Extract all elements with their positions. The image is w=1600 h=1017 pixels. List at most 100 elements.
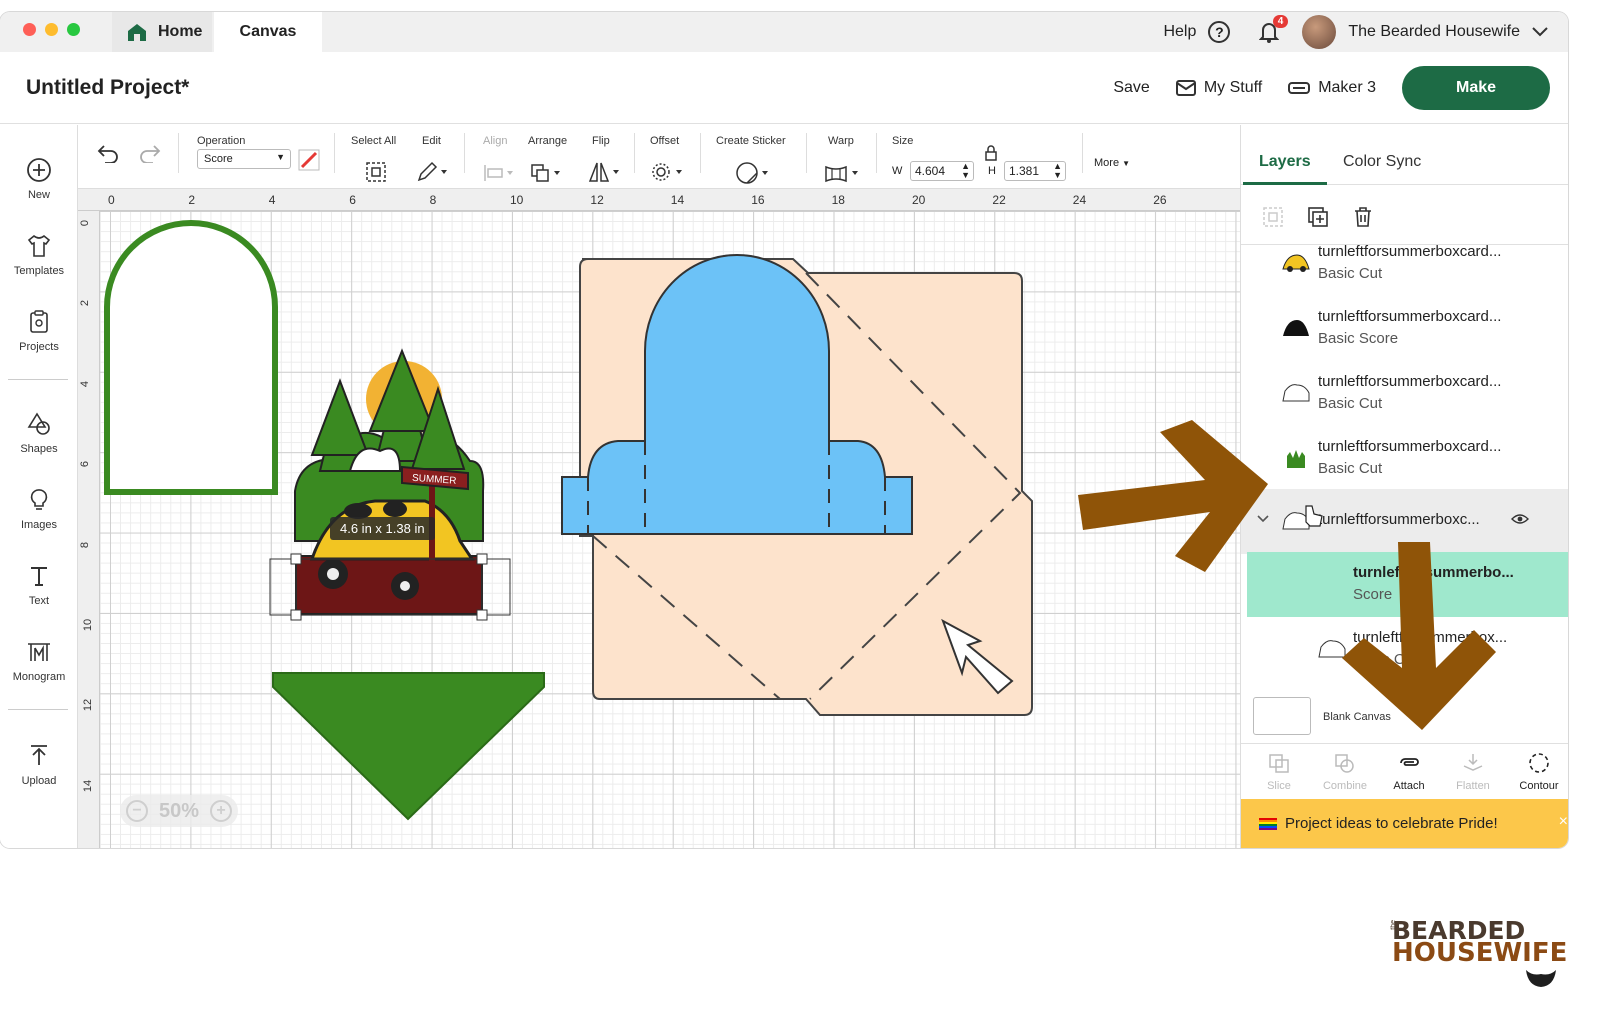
sidebar-item-upload[interactable]: Upload (0, 743, 78, 787)
slice-icon (1269, 754, 1289, 773)
blank-canvas-swatch[interactable] (1253, 697, 1311, 735)
panel-tabs: Layers Color Sync (1241, 125, 1568, 185)
sidebar-item-shapes[interactable]: Shapes (0, 411, 78, 455)
select-all-icon[interactable] (365, 161, 387, 183)
sidebar-item-templates[interactable]: Templates (0, 233, 78, 277)
layer-item[interactable]: turnleftforsummerboxcard... Basic Cut (1241, 426, 1568, 491)
layer-list: turnleftforsummerboxcard... Basic Cut tu… (1241, 245, 1568, 695)
ruler-tick-label: 4 (79, 380, 92, 387)
close-icon[interactable]: × (1559, 813, 1568, 831)
chevron-down-icon[interactable] (1257, 515, 1269, 523)
height-stepper-icon[interactable]: ▲ ▼ (1053, 162, 1062, 180)
edit-pen-icon[interactable] (416, 161, 450, 183)
combine-button[interactable]: Combine (1313, 752, 1377, 792)
height-input[interactable]: 1.381 ▲ ▼ (1004, 161, 1066, 181)
flip-label: Flip (592, 135, 610, 147)
layer-operation: Basic Score (1318, 330, 1399, 347)
help-icon[interactable]: ? (1208, 21, 1231, 43)
layer-item[interactable]: turnleftforsummerboxcard... Basic Score (1241, 296, 1568, 361)
zoom-out-button[interactable]: − (126, 800, 148, 822)
toolbar-divider (634, 133, 635, 173)
width-input[interactable]: 4.604 ▲ ▼ (910, 161, 974, 181)
width-label: W (892, 165, 903, 177)
operation-select[interactable]: Score ▼ (197, 149, 291, 169)
tab-canvas[interactable]: Canvas (214, 12, 322, 52)
save-label: Save (1113, 79, 1150, 96)
warp-icon[interactable] (824, 163, 862, 183)
toolbar-divider (806, 133, 807, 173)
group-icon[interactable] (1261, 205, 1285, 229)
make-button[interactable]: Make (1402, 66, 1550, 110)
redo-icon[interactable] (138, 143, 162, 163)
sidebar-item-monogram[interactable]: Monogram (0, 639, 78, 683)
close-window-button[interactable] (23, 23, 36, 36)
notifications-button[interactable]: 4 (1256, 15, 1289, 45)
dropdown-arrow-icon: ▼ (276, 152, 285, 162)
machine-button[interactable]: Maker 3 (1288, 79, 1376, 97)
sidebar-divider (8, 379, 68, 380)
tab-canvas-label: Canvas (239, 23, 297, 40)
width-stepper-icon[interactable]: ▲ ▼ (961, 162, 970, 180)
layer-group[interactable]: turnleftforsummerboxc... (1241, 489, 1568, 554)
contour-button[interactable]: Contour (1507, 752, 1568, 792)
layer-item[interactable]: turnleftforsummerboxcard... Basic Cut (1241, 361, 1568, 426)
tab-layers[interactable]: Layers (1259, 153, 1311, 171)
sidebar-item-projects[interactable]: Projects (0, 309, 78, 353)
more-button[interactable]: More ▼ (1094, 157, 1130, 169)
slice-button[interactable]: Slice (1247, 752, 1311, 792)
app-window: Home Canvas Help ? 4 The Bearded Housewi… (0, 12, 1568, 848)
notification-count-badge: 4 (1272, 15, 1289, 28)
my-stuff-button[interactable]: My Stuff (1175, 79, 1262, 97)
maximize-window-button[interactable] (67, 23, 80, 36)
promo-banner[interactable]: Project ideas to celebrate Pride! × (1241, 799, 1568, 848)
sidebar-item-new[interactable]: New (0, 157, 78, 201)
brand-logo: the BEARDED HOUSEWIFE (1390, 916, 1567, 996)
duplicate-icon[interactable] (1306, 205, 1330, 229)
tab-home[interactable]: Home (112, 12, 212, 52)
blank-canvas-row[interactable]: Blank Canvas (1241, 695, 1568, 741)
edit-group: Edit (422, 135, 441, 147)
horizontal-ruler: 0 2 4 6 8 10 12 14 16 18 20 22 24 26 (78, 189, 1240, 211)
box-card-shape[interactable] (561, 254, 1033, 716)
layer-item[interactable]: turnleftforsummerbox... Basic Cut (1241, 617, 1568, 682)
scene-graphic[interactable]: SUMMER (294, 348, 485, 615)
arch-frame-shape[interactable] (104, 220, 278, 495)
operation-color-swatch[interactable] (298, 149, 320, 171)
avatar[interactable] (1302, 15, 1337, 49)
eye-icon[interactable] (1511, 513, 1529, 525)
undo-icon[interactable] (96, 143, 120, 163)
ruler-tick-label: 0 (108, 193, 115, 207)
sidebar-item-label: Upload (21, 775, 57, 787)
zoom-in-button[interactable]: + (210, 800, 232, 822)
flatten-button[interactable]: Flatten (1441, 752, 1505, 792)
arrange-icon[interactable] (530, 163, 564, 183)
account-name[interactable]: The Bearded Housewife (1348, 23, 1520, 41)
sidebar-item-images[interactable]: Images (0, 487, 78, 531)
outline-thumbnail-icon (1282, 512, 1310, 530)
chevron-down-icon[interactable] (1532, 27, 1548, 37)
align-icon[interactable] (482, 163, 516, 183)
layer-operation: Basic Cut (1318, 460, 1383, 477)
sidebar-item-label: Text (28, 595, 50, 607)
sticker-icon[interactable] (736, 161, 772, 185)
contour-icon (1529, 753, 1549, 773)
sidebar-item-text[interactable]: Text (0, 563, 78, 607)
combine-label: Combine (1322, 780, 1368, 792)
help-link[interactable]: Help (1163, 23, 1196, 41)
trash-icon[interactable] (1351, 205, 1375, 229)
minimize-window-button[interactable] (45, 23, 58, 36)
save-button[interactable]: Save (1113, 79, 1149, 97)
offset-icon[interactable] (650, 161, 686, 183)
ruler-tick-label: 20 (912, 193, 926, 207)
tab-color-sync[interactable]: Color Sync (1343, 153, 1421, 171)
layer-item-selected[interactable]: turnleftforsummerbo... Score (1247, 552, 1568, 617)
design-canvas[interactable]: SUMMER 4.6 in x 1.38 in − 50% + (100, 211, 1240, 848)
flip-icon[interactable] (588, 161, 622, 183)
triangle-shape[interactable] (272, 672, 545, 821)
layer-item[interactable]: turnleftforsummerboxcard... Basic Cut (1241, 245, 1568, 296)
lock-icon[interactable] (984, 145, 998, 161)
flatten-icon (1463, 754, 1483, 771)
layer-name: turnleftforsummerbo... (1353, 564, 1514, 581)
attach-button[interactable]: Attach (1377, 752, 1441, 792)
layer-operation: Basic Cut (1318, 265, 1383, 282)
